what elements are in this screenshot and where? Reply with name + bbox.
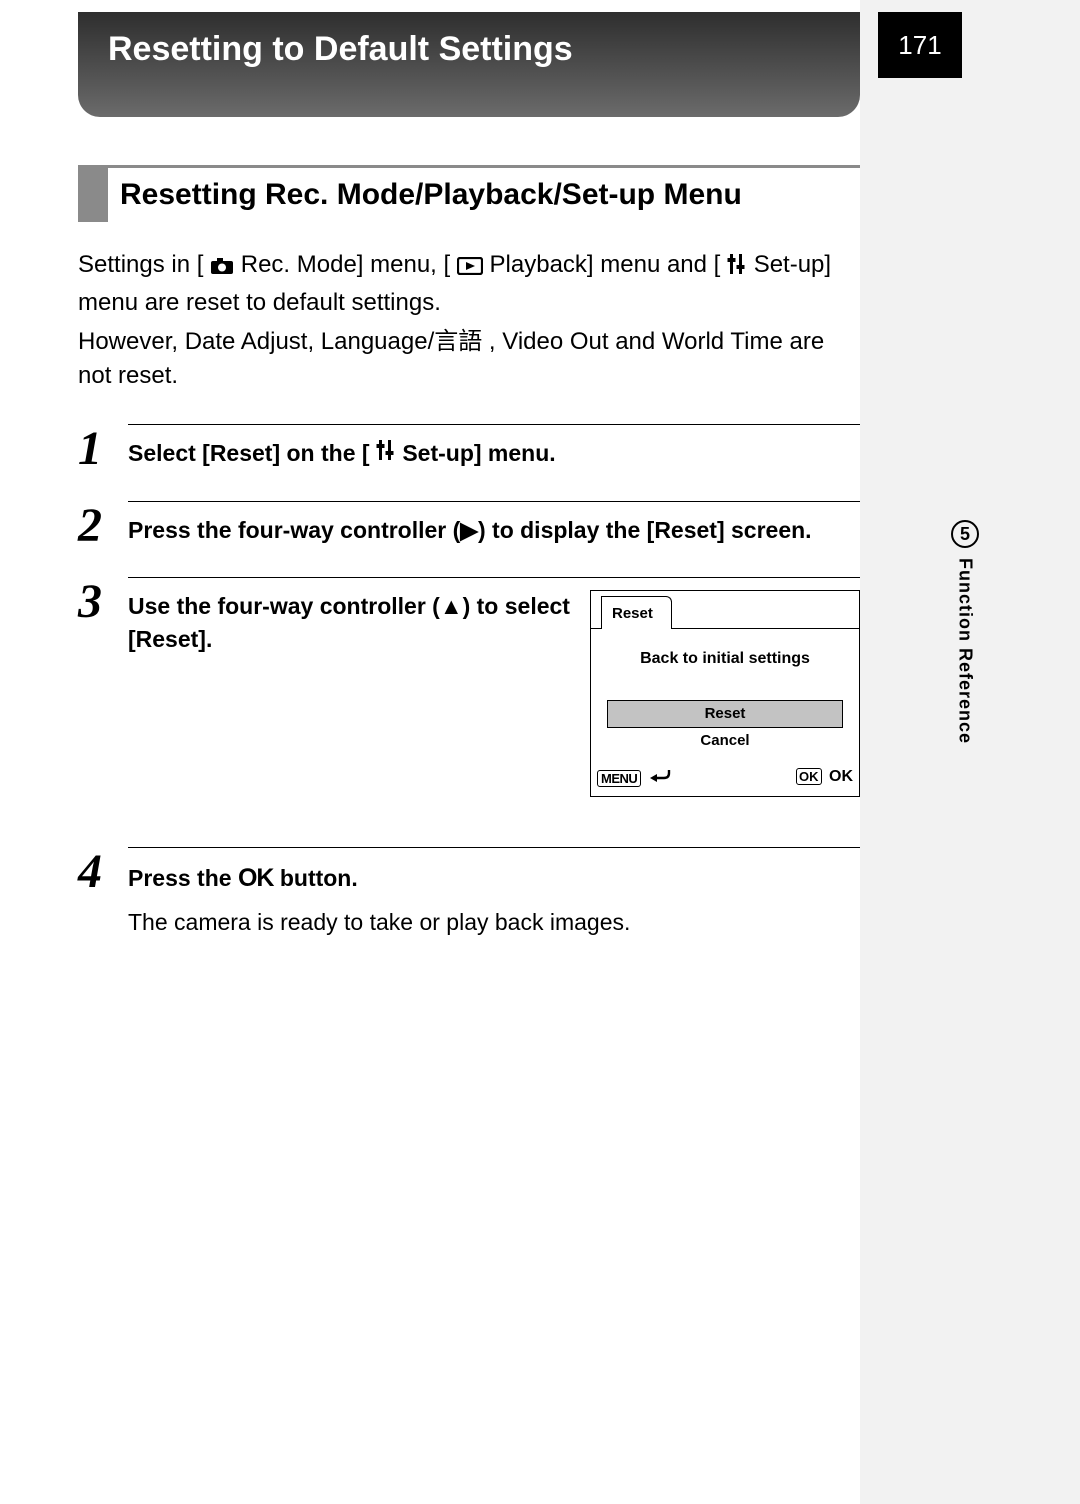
lcd-tab: Reset: [601, 596, 672, 629]
step-1: 1 Select [Reset] on the [ Set-up] menu.: [78, 424, 860, 470]
playback-icon: [457, 251, 483, 286]
return-icon: [650, 764, 672, 790]
ok-button-label: OK: [796, 768, 822, 785]
chapter-title: Resetting to Default Settings: [108, 30, 573, 68]
section-header: Resetting Rec. Mode/Playback/Set-up Menu: [78, 165, 860, 222]
page-number: 171: [878, 12, 962, 78]
lcd-option-reset: Reset: [607, 700, 843, 728]
side-tab: 5 Function Reference: [944, 520, 986, 744]
intro-text: Settings in [ Rec. Mode] menu, [ Playbac…: [78, 248, 860, 394]
menu-button-label: MENU: [597, 770, 641, 787]
step-2: 2 Press the four-way controller (▶) to d…: [78, 501, 860, 547]
setup-icon: [727, 251, 747, 286]
chapter-number: 5: [951, 520, 979, 548]
lcd-message: Back to initial settings: [599, 647, 851, 670]
lcd-option-cancel: Cancel: [599, 728, 851, 760]
ok-icon: OK: [238, 864, 274, 892]
step-4-note: The camera is ready to take or play back…: [128, 906, 860, 939]
step-4: 4 Press the OK button. The camera is rea…: [78, 847, 860, 940]
chapter-header: Resetting to Default Settings: [78, 12, 860, 117]
setup-icon: [376, 440, 402, 466]
chapter-label: Function Reference: [955, 558, 976, 744]
section-title: Resetting Rec. Mode/Playback/Set-up Menu: [108, 168, 742, 222]
camera-icon: [210, 251, 234, 286]
step-3: 3 Use the four-way controller (▲) to sel…: [78, 577, 860, 797]
lcd-screenshot: Reset Back to initial settings Reset Can…: [590, 590, 860, 797]
